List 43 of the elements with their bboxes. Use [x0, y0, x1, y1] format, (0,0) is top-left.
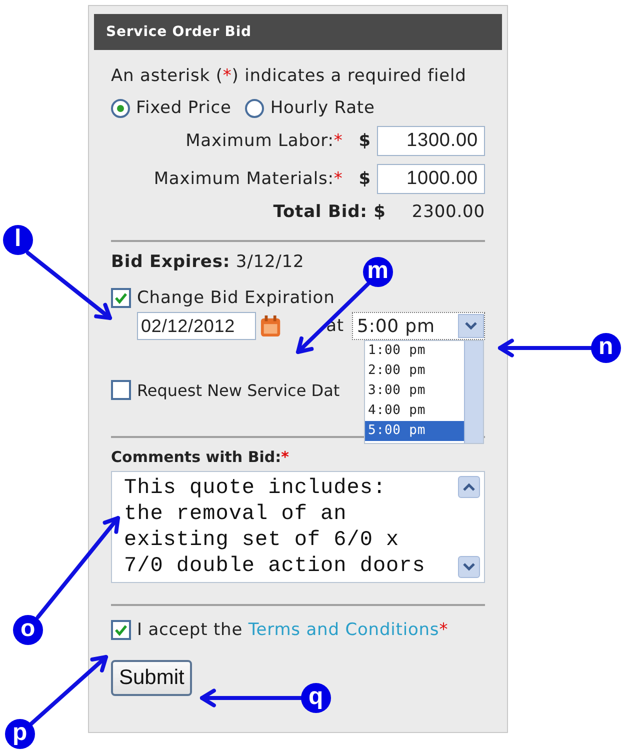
callout-badge: p — [5, 719, 35, 749]
checkmark-icon — [115, 624, 127, 636]
field-label: Maximum Labor:* — [186, 131, 343, 151]
terms-text: I accept the Terms and Conditions* — [137, 620, 448, 640]
dropdown-option[interactable]: 1:00 pm — [365, 341, 464, 361]
currency-sign: $ — [358, 169, 371, 189]
required-note: An asterisk (*) indicates a required field — [111, 66, 468, 86]
scroll-up-icon[interactable] — [463, 483, 475, 491]
dropdown-option[interactable]: 5:00 pm — [365, 421, 464, 441]
dropdown-option[interactable]: 4:00 pm — [365, 401, 464, 421]
date-field[interactable]: 02/12/2012 — [137, 312, 256, 340]
scrollbar[interactable] — [464, 341, 483, 443]
field-label: Maximum Materials:* — [154, 169, 343, 189]
submit-button[interactable]: Submit — [111, 660, 192, 696]
currency-sign: $ — [358, 131, 371, 151]
panel-title: Service Order Bid — [94, 14, 502, 50]
caret-icon — [465, 322, 477, 330]
dropdown-option[interactable]: 2:00 pm — [365, 361, 464, 381]
checkbox[interactable] — [111, 620, 131, 640]
radio-label: Hourly Rate — [270, 98, 375, 118]
checkbox-label: Request New Service Dat — [137, 380, 340, 400]
time-select[interactable]: 5:00 pm — [352, 312, 485, 340]
total-label: Total Bid: $ — [273, 202, 386, 222]
scroll-down-icon[interactable] — [463, 563, 475, 571]
comments-label: Comments with Bid:* — [111, 448, 290, 466]
expires-value: 3/12/12 — [236, 252, 304, 272]
callout-badge: o — [13, 615, 43, 645]
radio-button[interactable] — [111, 98, 130, 118]
checkbox-label: Change Bid Expiration — [137, 288, 335, 308]
dropdown-option[interactable]: 3:00 pm — [365, 381, 464, 401]
callout-badge: l — [3, 225, 33, 255]
checkbox[interactable] — [111, 380, 131, 400]
callout-badge: n — [591, 333, 621, 363]
amount-field[interactable]: 1000.00 — [377, 164, 485, 194]
calendar-icon[interactable] — [260, 314, 282, 338]
checkmark-icon — [115, 292, 127, 304]
total-value: 2300.00 — [412, 202, 485, 222]
checkbox[interactable] — [111, 288, 131, 308]
expires-label: Bid Expires: — [111, 252, 230, 272]
amount-field[interactable]: 1300.00 — [377, 126, 485, 156]
radio-label: Fixed Price — [136, 98, 232, 118]
radio-button[interactable] — [245, 98, 264, 118]
comments-field[interactable]: This quote includes: the removal of an existing set of 6/0 x 7/0 double action doors — [111, 471, 485, 583]
